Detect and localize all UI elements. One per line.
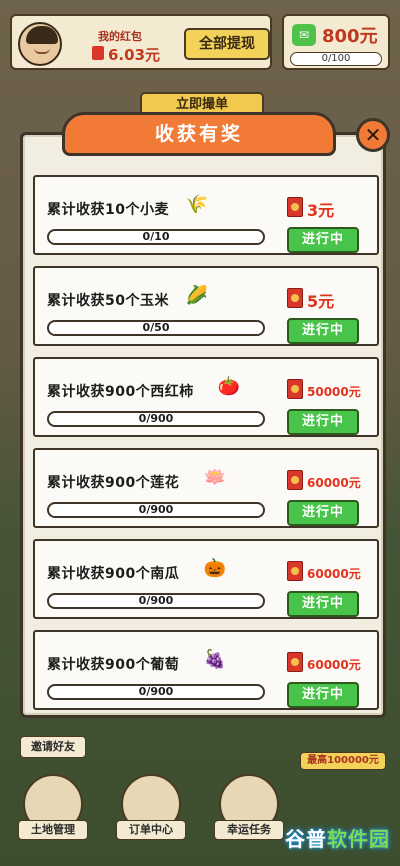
- nav-lucky-task[interactable]: 幸运任务: [214, 774, 284, 844]
- reward-amount: 50000元: [307, 385, 361, 399]
- in-progress-button[interactable]: 进行中: [287, 227, 359, 253]
- grape-icon: 🍇: [203, 649, 227, 670]
- in-progress-button[interactable]: 进行中: [287, 682, 359, 708]
- cash-progress: 0/100: [290, 52, 382, 66]
- task-card: 累计收获900个葡萄 🍇 0/900 60000元 进行中: [33, 630, 379, 710]
- task-progress: 0/900: [47, 593, 265, 609]
- pumpkin-icon: 🎃: [203, 558, 227, 579]
- wallet-panel[interactable]: 我的红包 6.03元 全部提现: [10, 14, 272, 70]
- task-progress: 0/900: [47, 502, 265, 518]
- task-card: 累计收获50个玉米 🌽 0/50 5元 进行中: [33, 266, 379, 346]
- in-progress-button[interactable]: 进行中: [287, 318, 359, 344]
- wallet-label: 我的红包: [98, 30, 142, 43]
- task-card: 累计收获900个莲花 🪷 0/900 60000元 进行中: [33, 448, 379, 528]
- avatar[interactable]: [18, 22, 62, 66]
- red-packet-icon: [287, 288, 303, 308]
- corn-icon: 🌽: [185, 285, 209, 306]
- reward-amount: 60000元: [307, 476, 361, 490]
- task-card: 累计收获900个西红柿 🍅 0/900 50000元 进行中: [33, 357, 379, 437]
- max-reward-badge: 最高100000元: [300, 752, 386, 770]
- tomato-icon: 🍅: [217, 376, 241, 397]
- reward-amount: 3元: [307, 201, 335, 220]
- top-bar: 我的红包 6.03元 全部提现 ✉ 800元 0/100: [0, 0, 400, 80]
- cash-amount: 800元: [322, 26, 378, 47]
- red-packet-icon: [287, 561, 303, 581]
- in-progress-button[interactable]: 进行中: [287, 591, 359, 617]
- nav-land-management[interactable]: 土地管理: [18, 774, 88, 844]
- nav-order-center[interactable]: 订单中心: [116, 774, 186, 844]
- red-packet-icon: [287, 379, 303, 399]
- task-card: 累计收获900个南瓜 🎃 0/900 60000元 进行中: [33, 539, 379, 619]
- nav-label: 土地管理: [18, 820, 88, 840]
- task-name: 累计收获900个南瓜: [47, 566, 180, 582]
- nav-label: 幸运任务: [214, 820, 284, 840]
- red-packet-icon: [287, 197, 303, 217]
- task-name: 累计收获900个西红柿: [47, 384, 194, 400]
- task-progress: 0/900: [47, 684, 265, 700]
- task-card: 累计收获10个小麦 🌾 0/10 3元 进行中: [33, 175, 379, 255]
- reward-amount: 5元: [307, 292, 335, 311]
- harvest-reward-modal: 累计收获10个小麦 🌾 0/10 3元 进行中 累计收获50个玉米 🌽 0/50…: [20, 132, 386, 718]
- task-progress: 0/50: [47, 320, 265, 336]
- reward-amount: 60000元: [307, 658, 361, 672]
- cash-panel[interactable]: ✉ 800元 0/100: [282, 14, 390, 70]
- modal-title: 收获有奖: [62, 112, 336, 156]
- wallet-amount: 6.03元: [108, 46, 161, 64]
- lotus-icon: 🪷: [203, 467, 227, 488]
- reward-amount: 60000元: [307, 567, 361, 581]
- task-progress: 0/10: [47, 229, 265, 245]
- wheat-icon: 🌾: [185, 194, 209, 215]
- watermark-part2: 软件园: [327, 827, 390, 851]
- task-name: 累计收获900个莲花: [47, 475, 180, 491]
- task-name: 累计收获50个玉米: [47, 293, 169, 309]
- in-progress-button[interactable]: 进行中: [287, 409, 359, 435]
- in-progress-button[interactable]: 进行中: [287, 500, 359, 526]
- red-packet-icon: [287, 652, 303, 672]
- nav-label: 订单中心: [116, 820, 186, 840]
- task-list: 累计收获10个小麦 🌾 0/10 3元 进行中 累计收获50个玉米 🌽 0/50…: [33, 175, 379, 721]
- task-name: 累计收获10个小麦: [47, 202, 169, 218]
- watermark-part1: 谷普: [285, 827, 327, 851]
- invite-friends-button[interactable]: 邀请好友: [20, 736, 86, 758]
- watermark: 谷普软件园: [285, 823, 390, 852]
- red-packet-icon: [92, 46, 104, 60]
- task-name: 累计收获900个葡萄: [47, 657, 180, 673]
- wechat-icon: ✉: [292, 24, 316, 46]
- withdraw-all-button[interactable]: 全部提现: [184, 28, 270, 60]
- red-packet-icon: [287, 470, 303, 490]
- close-icon[interactable]: ✕: [356, 118, 390, 152]
- task-progress: 0/900: [47, 411, 265, 427]
